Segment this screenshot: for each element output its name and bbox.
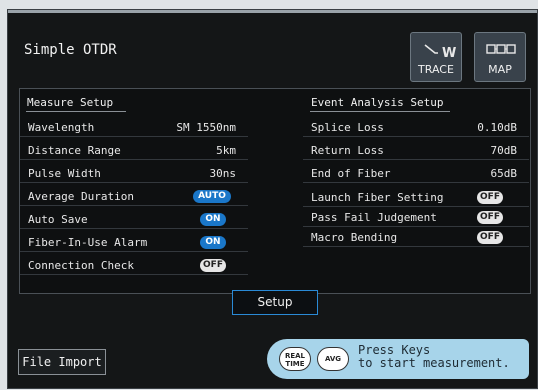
- divider: [20, 228, 248, 229]
- file-import-button[interactable]: File Import: [18, 349, 106, 375]
- divider: [303, 206, 529, 207]
- launch-fiber-setting-label: Launch Fiber Setting: [311, 191, 444, 204]
- row-connection-check[interactable]: Connection Check OFF: [20, 256, 248, 275]
- divider: [20, 159, 248, 160]
- divider: [20, 274, 248, 275]
- row-pulse-width[interactable]: Pulse Width 30ns: [20, 164, 248, 183]
- row-distance-range[interactable]: Distance Range 5km: [20, 141, 248, 160]
- row-return-loss[interactable]: Return Loss 70dB: [303, 141, 529, 160]
- pulse-width-label: Pulse Width: [28, 167, 101, 180]
- row-end-of-fiber[interactable]: End of Fiber 65dB: [303, 164, 529, 183]
- average-duration-toggle[interactable]: AUTO: [193, 190, 231, 203]
- trace-button[interactable]: W TRACE: [410, 32, 462, 82]
- divider: [20, 251, 248, 252]
- distance-range-value: 5km: [216, 144, 236, 157]
- row-pass-fail-judgement[interactable]: Pass Fail Judgement OFF: [303, 208, 529, 227]
- return-loss-label: Return Loss: [311, 144, 384, 157]
- map-icon: [486, 44, 516, 54]
- pulse-width-value: 30ns: [209, 167, 237, 180]
- svg-text:W: W: [442, 46, 456, 59]
- measure-setup-underline: [26, 111, 126, 112]
- auto-save-label: Auto Save: [28, 213, 88, 226]
- realtime-key-top: REAL: [284, 352, 306, 360]
- row-fiber-in-use-alarm[interactable]: Fiber-In-Use Alarm ON: [20, 233, 248, 252]
- divider: [303, 246, 529, 247]
- auto-save-toggle[interactable]: ON: [200, 213, 226, 226]
- splice-loss-value: 0.10dB: [477, 121, 517, 134]
- pass-fail-judgement-toggle[interactable]: OFF: [477, 211, 503, 224]
- page-title: Simple OTDR: [24, 42, 117, 58]
- divider: [20, 182, 248, 183]
- splice-loss-label: Splice Loss: [311, 121, 384, 134]
- pass-fail-judgement-label: Pass Fail Judgement: [311, 211, 437, 224]
- row-auto-save[interactable]: Auto Save ON: [20, 210, 248, 229]
- average-duration-label: Average Duration: [28, 190, 134, 203]
- realtime-key-icon: REAL TIME: [279, 347, 311, 371]
- trace-icon: W: [424, 44, 456, 59]
- trace-button-label: TRACE: [418, 63, 454, 76]
- distance-range-label: Distance Range: [28, 144, 121, 157]
- map-button[interactable]: MAP: [474, 32, 526, 82]
- row-splice-loss[interactable]: Splice Loss 0.10dB: [303, 118, 529, 137]
- end-of-fiber-label: End of Fiber: [311, 167, 391, 180]
- divider: [303, 182, 529, 183]
- measure-setup-header: Measure Setup: [27, 96, 114, 109]
- divider: [20, 205, 248, 206]
- row-launch-fiber-setting[interactable]: Launch Fiber Setting OFF: [303, 188, 529, 207]
- divider: [303, 226, 529, 227]
- row-wavelength[interactable]: Wavelength SM 1550nm: [20, 118, 248, 137]
- hint-bubble: REAL TIME AVG Press Keys to start measur…: [267, 339, 529, 379]
- wavelength-label: Wavelength: [28, 121, 95, 134]
- macro-bending-toggle[interactable]: OFF: [477, 231, 503, 244]
- hint-message: Press Keys to start measurement.: [358, 343, 510, 370]
- macro-bending-label: Macro Bending: [311, 231, 398, 244]
- divider: [303, 159, 529, 160]
- top-edge: [8, 10, 537, 13]
- row-average-duration[interactable]: Average Duration AUTO: [20, 187, 248, 206]
- connection-check-toggle[interactable]: OFF: [200, 259, 226, 272]
- end-of-fiber-value: 65dB: [490, 167, 518, 180]
- map-button-label: MAP: [488, 63, 512, 76]
- avg-key-icon: AVG: [317, 347, 349, 371]
- return-loss-value: 70dB: [490, 144, 518, 157]
- fiber-in-use-alarm-label: Fiber-In-Use Alarm: [28, 236, 148, 249]
- wavelength-value: SM 1550nm: [176, 121, 236, 134]
- divider: [20, 136, 248, 137]
- fiber-in-use-alarm-toggle[interactable]: ON: [200, 236, 226, 249]
- launch-fiber-setting-toggle[interactable]: OFF: [477, 191, 503, 204]
- setup-button[interactable]: Setup: [232, 290, 318, 315]
- connection-check-label: Connection Check: [28, 259, 134, 272]
- event-setup-header: Event Analysis Setup: [311, 96, 444, 109]
- divider: [303, 136, 529, 137]
- settings-panel: Measure Setup Event Analysis Setup Wavel…: [19, 88, 531, 294]
- realtime-key-bottom: TIME: [285, 360, 305, 368]
- event-setup-underline: [310, 111, 450, 112]
- row-macro-bending[interactable]: Macro Bending OFF: [303, 228, 529, 247]
